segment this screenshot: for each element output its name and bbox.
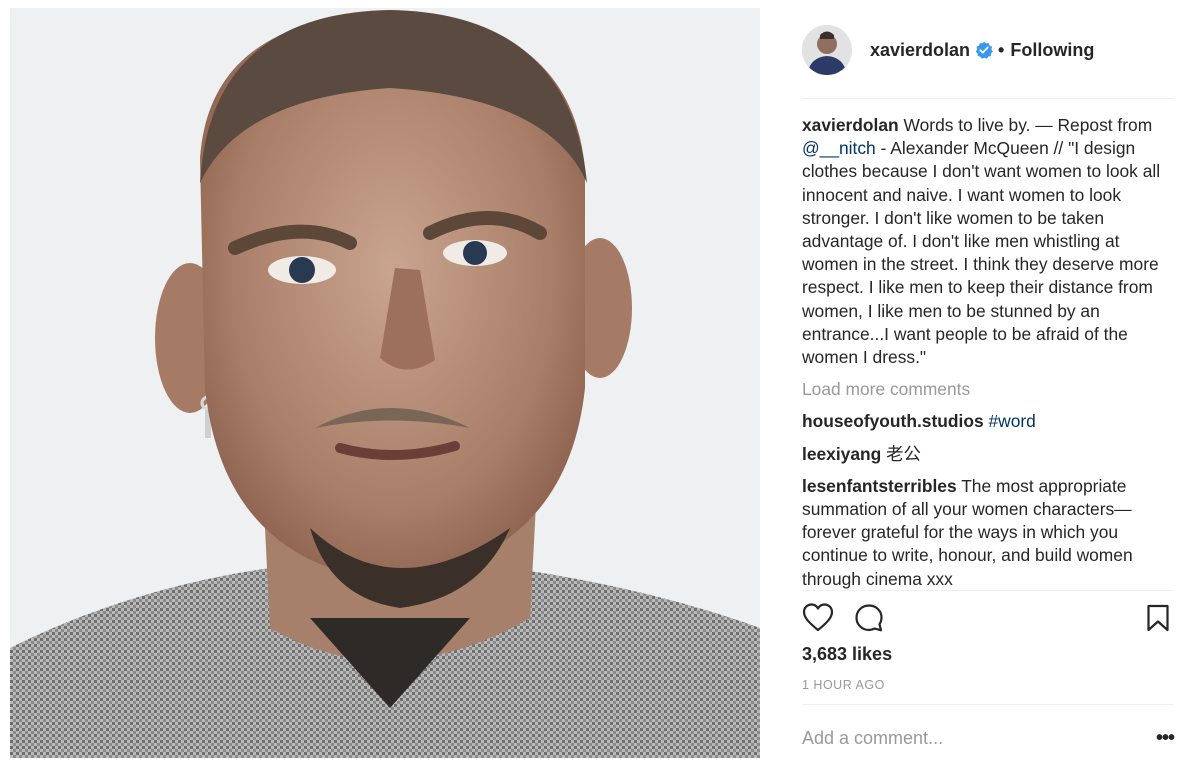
post-timestamp: 1 HOUR AGO (802, 678, 885, 692)
comment-item: leexiyang 老公 (802, 443, 1174, 466)
comment-text: 老公 (886, 443, 921, 464)
bookmark-icon[interactable] (1146, 604, 1170, 632)
verified-badge-icon (975, 41, 993, 59)
comments-section: xavierdolan Words to live by. — Repost f… (802, 114, 1174, 591)
action-bar (802, 600, 1174, 636)
load-more-comments-button[interactable]: Load more comments (802, 378, 1174, 401)
caption-username[interactable]: xavierdolan (802, 115, 899, 135)
comment-item: houseofyouth.studios #word (802, 410, 1174, 433)
post-header: xavierdolan • Following (802, 22, 1174, 78)
comment-username[interactable]: leexiyang (802, 444, 881, 464)
following-button[interactable]: Following (1010, 40, 1094, 61)
more-options-icon[interactable]: ••• (1156, 727, 1175, 750)
header-separator: • (998, 39, 1005, 60)
post-sidebar: xavierdolan • Following xavierdolan Word… (802, 0, 1175, 768)
caption-mention-link[interactable]: @__nitch (802, 138, 876, 158)
likes-count[interactable]: 3,683 likes (802, 644, 892, 665)
avatar-image (802, 25, 852, 75)
comment-bubble-icon[interactable] (854, 603, 884, 633)
post-photo[interactable] (10, 8, 760, 758)
caption-text-after: - Alexander McQueen // "I design clothes… (802, 138, 1161, 368)
add-comment-bar: ••• (802, 718, 1175, 758)
comment-hashtag-link[interactable]: #word (988, 411, 1035, 431)
author-username[interactable]: xavierdolan (870, 40, 970, 61)
add-comment-input[interactable] (802, 727, 1156, 749)
portrait-illustration (10, 8, 760, 758)
header-divider (802, 98, 1174, 99)
comment-username[interactable]: houseofyouth.studios (802, 411, 984, 431)
actions-divider (802, 590, 1174, 591)
caption: xavierdolan Words to live by. — Repost f… (802, 114, 1174, 369)
comment-item: lesenfantsterribles The most appropriate… (802, 475, 1174, 591)
heart-icon[interactable] (802, 603, 834, 633)
avatar[interactable] (802, 25, 852, 75)
comment-username[interactable]: lesenfantsterribles (802, 476, 957, 496)
caption-text-before: Words to live by. — Repost from (903, 115, 1153, 135)
comment-box-divider (802, 704, 1174, 705)
